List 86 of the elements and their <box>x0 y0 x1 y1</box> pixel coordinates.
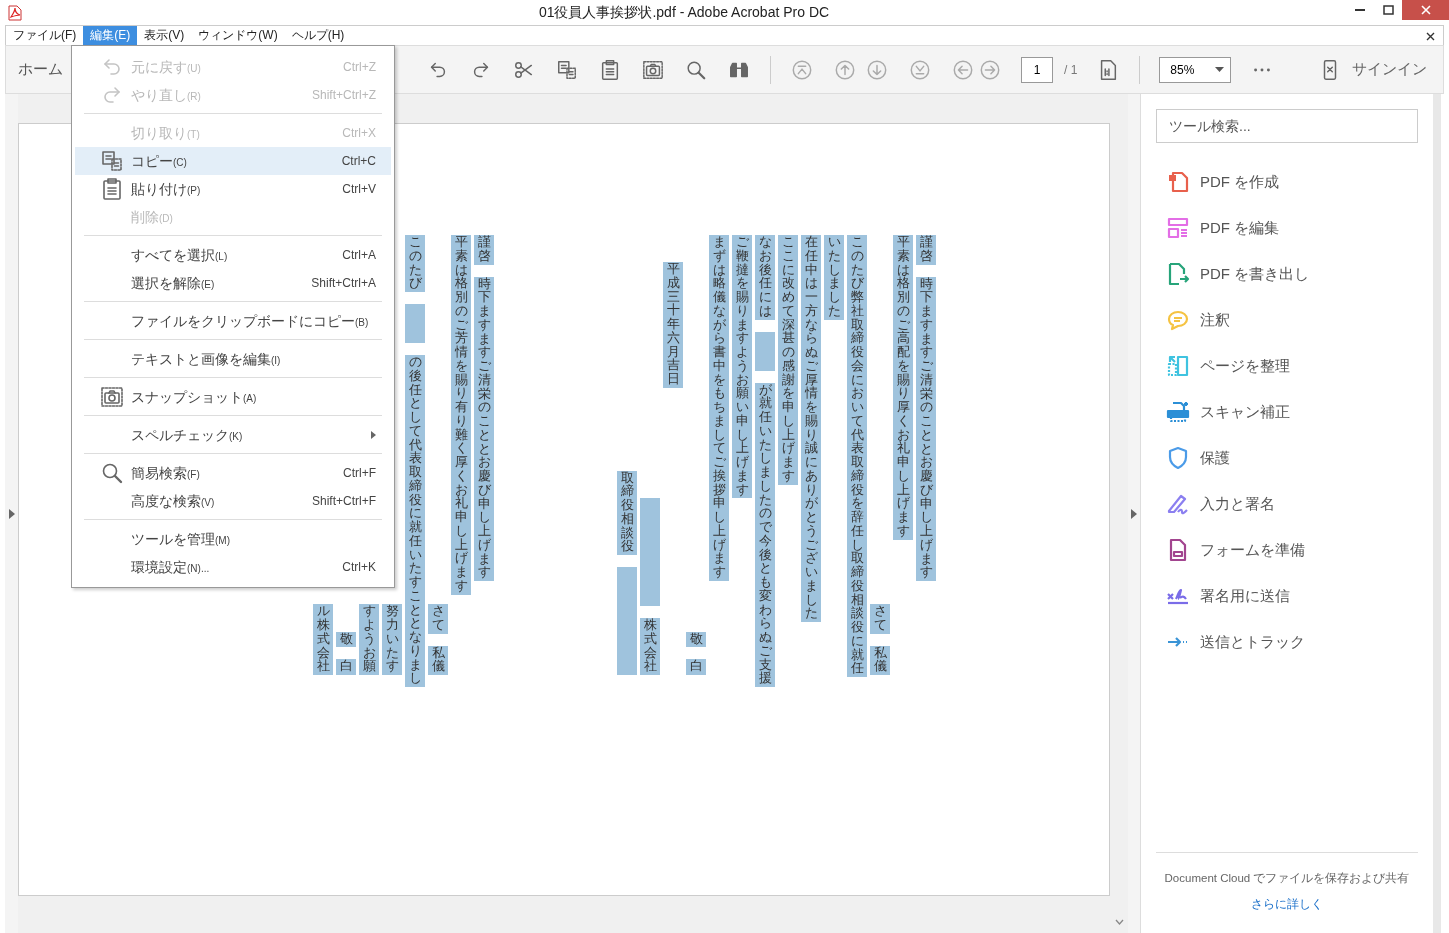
letter-text: 私儀 <box>428 645 448 675</box>
maximize-icon <box>1382 5 1394 15</box>
letter-text: まずは略儀ながら書中をもちましてご挨拶申し上げます <box>709 235 729 581</box>
tool-list-item[interactable]: 入力と署名 <box>1156 481 1418 527</box>
letter-text: なお後任には <box>755 235 775 320</box>
letter-text: このたび <box>405 235 425 292</box>
collapse-right-pane-icon[interactable] <box>1131 508 1137 519</box>
tool-list-item[interactable]: PDF を書き出し <box>1156 251 1418 297</box>
letter-text: いたしました <box>824 235 844 320</box>
letter-text: 敬 <box>686 631 706 648</box>
letter-text: さて <box>870 604 890 634</box>
letter-text: が就任いたしましたので今後とも変わらぬご支援 <box>755 382 775 687</box>
menu-bar-item[interactable]: ウィンドウ(W) <box>191 26 285 45</box>
letter-text: の後任として代表取締役に就任いたすこととなりまし <box>405 355 425 687</box>
letter-text: ご鞭撻を賜りますようお願い申し上げます <box>732 235 752 499</box>
menu-item[interactable]: 環境設定(N)... Ctrl+K <box>75 553 391 581</box>
letter-text: ここに改めて深甚の感謝を申し上げます <box>778 235 798 485</box>
letter-text: 時下ますますご清栄のこととお慶び申し上げます <box>916 276 936 581</box>
menu-item[interactable]: 貼り付け(P) Ctrl+V <box>75 175 391 203</box>
minimize-icon <box>1355 9 1365 11</box>
letter-text: すようお願 <box>359 604 379 675</box>
footer-text: Document Cloud でファイルを保存および共有 <box>1163 870 1411 886</box>
tool-list-item[interactable]: 署名用に送信 <box>1156 573 1418 619</box>
tool-list-item[interactable]: スキャン補正 <box>1156 389 1418 435</box>
menu-item[interactable]: スナップショット(A) <box>75 383 391 411</box>
menu-item[interactable]: スペルチェック(K) <box>75 421 391 449</box>
menu-item[interactable]: ファイルをクリップボードにコピー(B) <box>75 307 391 335</box>
zoom-dropdown[interactable]: 85% <box>1159 56 1232 83</box>
letter-text: 謹啓 <box>916 235 936 265</box>
letter-text: 白 <box>336 659 356 675</box>
pdf-file-icon <box>8 4 22 21</box>
letter-text: 敬 <box>336 631 356 648</box>
home-tab[interactable]: ホーム <box>6 58 75 81</box>
tool-list-item[interactable]: ページを整理 <box>1156 343 1418 389</box>
paste-icon[interactable] <box>599 58 621 81</box>
menu-item[interactable]: 選択を解除(E) Shift+Ctrl+A <box>75 269 391 297</box>
scroll-down-icon[interactable] <box>1114 919 1124 925</box>
snapshot-icon[interactable] <box>642 58 664 81</box>
menu-item[interactable]: テキストと画像を編集(I) <box>75 345 391 373</box>
menu-item[interactable]: ツールを管理(M) <box>75 525 391 553</box>
tool-list-item[interactable]: 注釈 <box>1156 297 1418 343</box>
page-number-field[interactable]: 1 <box>1021 56 1053 83</box>
menu-item[interactable]: 高度な検索(V) Shift+Ctrl+F <box>75 487 391 515</box>
search-icon <box>100 461 124 485</box>
letter-text: さて <box>428 604 448 634</box>
letter-text: 平素は格別のご芳情を賜り有り難く厚くお礼申し上げます <box>451 235 471 595</box>
letter-text: ル株式会社 <box>313 604 333 675</box>
letter-text: 謹啓 <box>474 235 494 265</box>
window-title: 01役員人事挨拶状.pdf - Adobe Acrobat Pro DC <box>537 3 831 22</box>
letter-text: 白 <box>686 659 706 675</box>
menu-bar-item[interactable]: 表示(V) <box>137 26 192 45</box>
close-icon <box>1420 5 1431 15</box>
redacted-block <box>755 331 775 371</box>
letter-text: 私儀 <box>870 645 890 675</box>
letter-text: 時下ますますご清栄のこととお慶び申し上げます <box>474 276 494 581</box>
submenu-arrow-icon <box>371 431 376 439</box>
page-count: / 1 <box>1064 61 1078 79</box>
paste-icon <box>100 177 124 201</box>
menu-bar-item[interactable]: ヘルプ(H) <box>284 26 352 45</box>
letter-text: 株式会社 <box>640 618 660 675</box>
menu-item[interactable]: すべてを選択(L) Ctrl+A <box>75 241 391 269</box>
copy-icon[interactable] <box>556 58 578 81</box>
menu-bar-item[interactable]: ファイル(F) <box>6 26 84 45</box>
learn-more-link[interactable]: さらに詳しく <box>1251 897 1323 911</box>
copy-icon <box>100 149 124 173</box>
sign-in-link[interactable]: サインイン <box>1352 58 1427 81</box>
tool-list-item[interactable]: フォームを準備 <box>1156 527 1418 573</box>
caret-icon <box>1215 67 1225 72</box>
close-button[interactable] <box>1402 0 1449 20</box>
tool-search-field[interactable]: ツール検索... <box>1156 109 1418 143</box>
redacted-block <box>405 304 425 343</box>
snapshot-icon <box>100 385 124 409</box>
tool-list-item[interactable]: 送信とトラック <box>1156 619 1418 665</box>
close-document-icon[interactable] <box>1426 31 1435 41</box>
menu-item[interactable]: 簡易検索(F) Ctrl+F <box>75 459 391 487</box>
letter-text: 努力いたす <box>382 604 402 675</box>
letter-text: 平成三十年六月吉日 <box>663 262 683 388</box>
letter-text: 在任中は一方ならぬご厚情を賜り誠にありがとうございました <box>801 235 821 622</box>
letter-text: 取締役相談役 <box>617 470 637 555</box>
tool-list-item[interactable]: PDF を編集 <box>1156 205 1418 251</box>
letter-text: このたび弊社取締役会において代表取締役を辞任し取締役相談役に就任 <box>847 235 867 677</box>
menu-item[interactable]: コピー(C) Ctrl+C <box>75 147 391 175</box>
letter-text: 平素は格別のご高配を賜り厚くお礼申し上げます <box>893 235 913 540</box>
tool-list-item[interactable]: 保護 <box>1156 435 1418 481</box>
tool-list-item[interactable]: PDF を作成 <box>1156 159 1418 205</box>
expand-left-pane-icon[interactable] <box>8 508 15 519</box>
